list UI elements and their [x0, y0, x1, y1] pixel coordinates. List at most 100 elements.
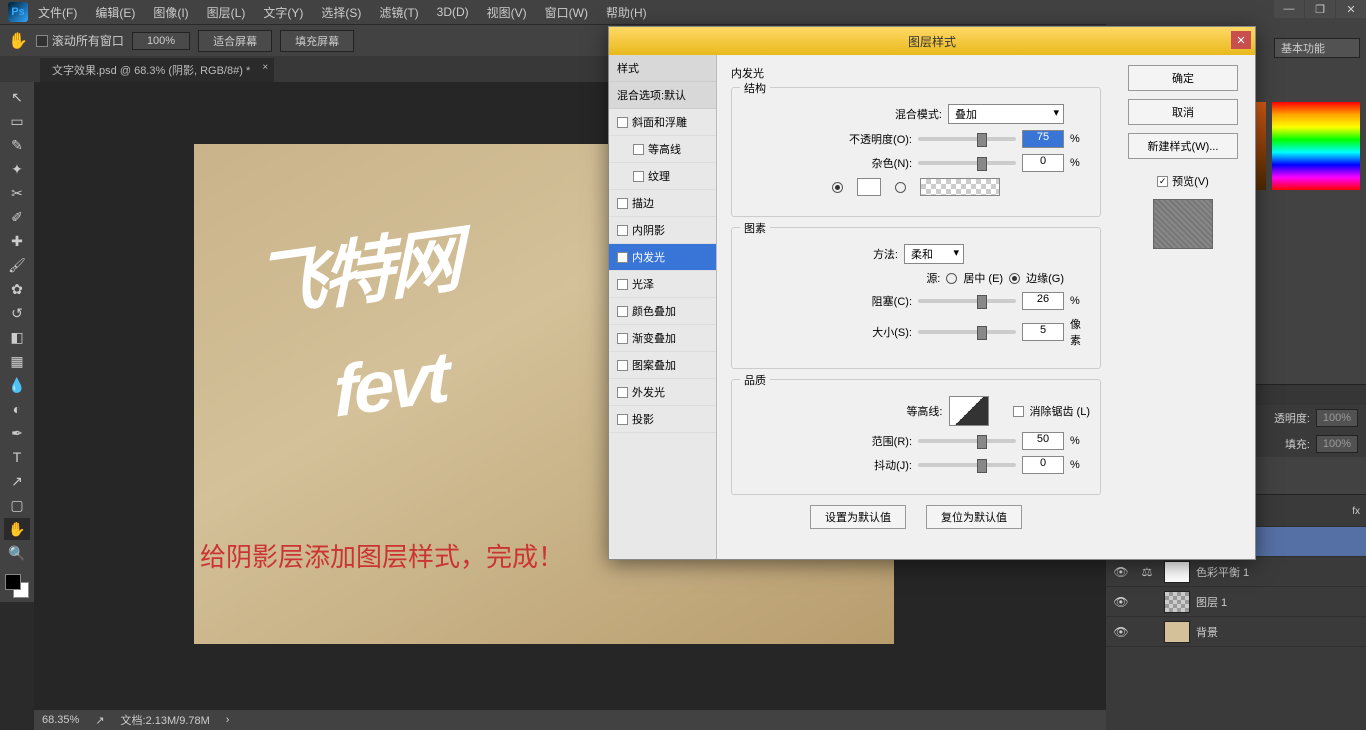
opacity-input[interactable]: 100% [1316, 409, 1358, 427]
crop-tool[interactable]: ✂ [4, 182, 30, 204]
set-default-button[interactable]: 设置为默认值 [810, 505, 906, 529]
type-tool[interactable]: T [4, 446, 30, 468]
style-checkbox[interactable] [617, 333, 628, 344]
style-checkbox[interactable] [633, 171, 644, 182]
reset-default-button[interactable]: 复位为默认值 [926, 505, 1022, 529]
style-item[interactable]: 外发光 [609, 379, 716, 406]
glow-color-box[interactable] [857, 178, 881, 196]
choke-slider[interactable] [918, 299, 1016, 303]
antialias-checkbox[interactable] [1013, 406, 1024, 417]
cancel-button[interactable]: 取消 [1128, 99, 1238, 125]
zoom-100-button[interactable]: 100% [132, 32, 190, 50]
blend-options-header[interactable]: 混合选项:默认 [609, 82, 716, 109]
eraser-tool[interactable]: ◧ [4, 326, 30, 348]
menu-3d[interactable]: 3D(D) [437, 5, 469, 19]
style-item[interactable]: ✓内发光 [609, 244, 716, 271]
style-checkbox[interactable] [617, 414, 628, 425]
gradient-tool[interactable]: ▦ [4, 350, 30, 372]
solid-color-radio[interactable] [832, 182, 843, 193]
menu-edit[interactable]: 编辑(E) [95, 4, 135, 21]
fill-screen-button[interactable]: 填充屏幕 [280, 30, 354, 52]
color-swatch[interactable] [5, 574, 29, 598]
menu-window[interactable]: 窗口(W) [545, 4, 588, 21]
visibility-icon[interactable]: 👁 [1112, 595, 1130, 609]
size-input[interactable]: 5 [1022, 323, 1064, 341]
dialog-titlebar[interactable]: 图层样式 ✕ [609, 27, 1255, 55]
shape-tool[interactable]: ▢ [4, 494, 30, 516]
hand-tool[interactable]: ✋ [4, 518, 30, 540]
window-maximize[interactable]: ❐ [1305, 0, 1335, 18]
contour-picker[interactable] [949, 396, 989, 426]
style-checkbox[interactable]: ✓ [617, 252, 628, 263]
dodge-tool[interactable]: ◐ [4, 398, 30, 420]
blend-mode-select[interactable]: 叠加 [948, 104, 1064, 124]
share-icon[interactable]: ↗ [95, 714, 104, 727]
visibility-icon[interactable]: 👁 [1112, 625, 1130, 639]
menu-type[interactable]: 文字(Y) [263, 4, 303, 21]
range-input[interactable]: 50 [1022, 432, 1064, 450]
window-close[interactable]: ✕ [1336, 0, 1366, 18]
menu-select[interactable]: 选择(S) [321, 4, 361, 21]
styles-header[interactable]: 样式 [609, 55, 716, 82]
style-item[interactable]: 渐变叠加 [609, 325, 716, 352]
noise-slider[interactable] [918, 161, 1016, 165]
wand-tool[interactable]: ✦ [4, 158, 30, 180]
scroll-all-checkbox[interactable]: 滚动所有窗口 [36, 32, 124, 49]
layer-item[interactable]: 👁 图层 1 [1106, 587, 1366, 617]
zoom-tool[interactable]: 🔍 [4, 542, 30, 564]
gradient-radio[interactable] [895, 182, 906, 193]
style-checkbox[interactable] [617, 360, 628, 371]
marquee-tool[interactable]: ▭ [4, 110, 30, 132]
stamp-tool[interactable]: ✿ [4, 278, 30, 300]
fill-input[interactable]: 100% [1316, 435, 1358, 453]
close-icon[interactable]: × [262, 62, 268, 73]
size-slider[interactable] [918, 330, 1016, 334]
pen-tool[interactable]: ✒ [4, 422, 30, 444]
hue-strip[interactable] [1272, 102, 1360, 190]
layer-fx-badge[interactable]: fx [1352, 506, 1360, 517]
visibility-icon[interactable]: 👁 [1112, 565, 1130, 579]
style-checkbox[interactable] [617, 198, 628, 209]
link-icon[interactable]: ⚖ [1136, 565, 1158, 579]
heal-tool[interactable]: ✚ [4, 230, 30, 252]
style-item[interactable]: 等高线 [609, 136, 716, 163]
menu-help[interactable]: 帮助(H) [606, 4, 647, 21]
source-edge-radio[interactable] [1009, 273, 1020, 284]
fit-screen-button[interactable]: 适合屏幕 [198, 30, 272, 52]
jitter-slider[interactable] [918, 463, 1016, 467]
path-tool[interactable]: ↗ [4, 470, 30, 492]
history-brush-tool[interactable]: ↺ [4, 302, 30, 324]
style-checkbox[interactable] [633, 144, 644, 155]
style-checkbox[interactable] [617, 225, 628, 236]
style-checkbox[interactable] [617, 117, 628, 128]
opacity-slider[interactable] [918, 137, 1016, 141]
workspace-dropdown[interactable]: 基本功能 [1274, 38, 1360, 58]
style-item[interactable]: 颜色叠加 [609, 298, 716, 325]
choke-input[interactable]: 26 [1022, 292, 1064, 310]
eyedropper-tool[interactable]: ✐ [4, 206, 30, 228]
lasso-tool[interactable]: ✎ [4, 134, 30, 156]
menu-layer[interactable]: 图层(L) [207, 4, 246, 21]
chevron-right-icon[interactable]: › [226, 714, 230, 726]
glow-gradient-box[interactable] [920, 178, 1000, 196]
method-select[interactable]: 柔和 [904, 244, 964, 264]
dialog-close-button[interactable]: ✕ [1231, 31, 1251, 49]
style-item[interactable]: 内阴影 [609, 217, 716, 244]
menu-file[interactable]: 文件(F) [38, 4, 77, 21]
blur-tool[interactable]: 💧 [4, 374, 30, 396]
jitter-input[interactable]: 0 [1022, 456, 1064, 474]
noise-input[interactable]: 0 [1022, 154, 1064, 172]
style-checkbox[interactable] [617, 306, 628, 317]
style-checkbox[interactable] [617, 279, 628, 290]
style-item[interactable]: 描边 [609, 190, 716, 217]
style-item[interactable]: 投影 [609, 406, 716, 433]
style-item[interactable]: 图案叠加 [609, 352, 716, 379]
preview-checkbox[interactable]: ✓ [1157, 176, 1168, 187]
style-item[interactable]: 光泽 [609, 271, 716, 298]
range-slider[interactable] [918, 439, 1016, 443]
opacity-input[interactable]: 75 [1022, 130, 1064, 148]
style-checkbox[interactable] [617, 387, 628, 398]
brush-tool[interactable]: 🖌 [4, 254, 30, 276]
source-center-radio[interactable] [946, 273, 957, 284]
layer-item[interactable]: 👁 ⚖ 色彩平衡 1 [1106, 557, 1366, 587]
